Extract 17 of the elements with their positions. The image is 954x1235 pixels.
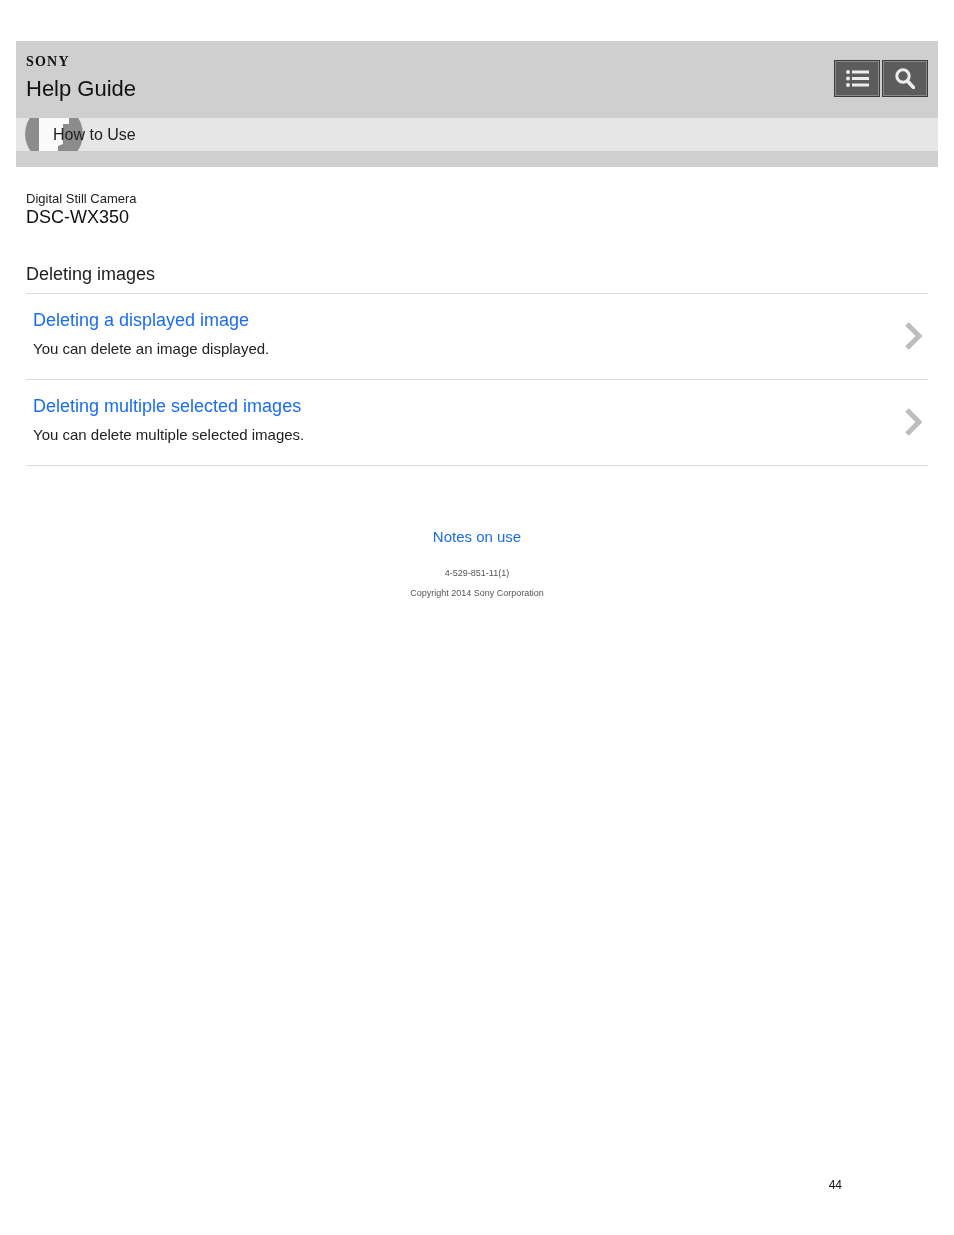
topic-description: You can delete multiple selected images. bbox=[33, 426, 305, 444]
section-title: Deleting images bbox=[26, 263, 156, 286]
search-button[interactable] bbox=[882, 60, 928, 97]
brand-logo: SONY bbox=[26, 54, 70, 70]
page-number: 44 bbox=[828, 1178, 842, 1192]
document-number: 4-529-851-11(1) bbox=[444, 568, 510, 579]
topic-description: You can delete an image displayed. bbox=[33, 340, 270, 358]
list-icon bbox=[845, 70, 869, 87]
search-icon bbox=[895, 68, 915, 89]
topic-link[interactable]: Deleting a displayed image bbox=[33, 309, 250, 331]
site-title: Help Guide bbox=[26, 76, 137, 102]
topic-link[interactable]: Deleting multiple selected images bbox=[33, 395, 302, 417]
contents-button[interactable] bbox=[834, 60, 880, 97]
notes-link[interactable]: Notes on use bbox=[432, 528, 522, 546]
product-model: DSC-WX350 bbox=[26, 207, 130, 227]
product-category: Digital Still Camera bbox=[26, 191, 137, 207]
copyright-text: Copyright 2014 Sony Corporation bbox=[410, 588, 544, 599]
